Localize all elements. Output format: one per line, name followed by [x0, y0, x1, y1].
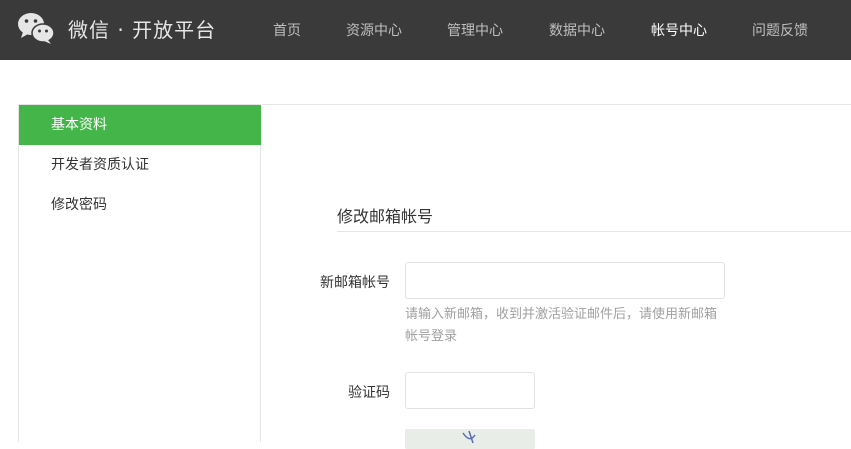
section-divider	[337, 231, 851, 232]
sidebar: 基本资料 开发者资质认证 修改密码	[18, 104, 261, 442]
content-divider	[262, 104, 851, 105]
top-navigation-bar: 微信 · 开放平台 首页 资源中心 管理中心 数据中心 帐号中心 问题反馈	[0, 0, 851, 60]
nav-item-account[interactable]: 帐号中心	[651, 20, 707, 40]
nav-item-feedback[interactable]: 问题反馈	[752, 20, 808, 40]
wechat-logo-icon[interactable]	[17, 11, 55, 45]
brand-title[interactable]: 微信 · 开放平台	[68, 14, 216, 43]
nav-item-data[interactable]: 数据中心	[549, 20, 605, 40]
email-hint: 请输入新邮箱，收到并激活验证邮件后，请使用新邮箱帐号登录	[405, 307, 718, 344]
sidebar-item-basic-info[interactable]: 基本资料	[19, 105, 261, 145]
captcha-image[interactable]	[405, 429, 535, 449]
nav-item-resources[interactable]: 资源中心	[346, 20, 402, 40]
nav-item-management[interactable]: 管理中心	[447, 20, 503, 40]
captcha-label: 验证码	[348, 385, 390, 401]
sidebar-item-developer-certification[interactable]: 开发者资质认证	[19, 145, 261, 185]
nav-item-home[interactable]: 首页	[273, 20, 301, 40]
section-title: 修改邮箱帐号	[337, 207, 434, 226]
email-label: 新邮箱帐号	[320, 275, 390, 291]
new-email-input[interactable]	[405, 262, 725, 299]
captcha-input[interactable]	[405, 372, 535, 409]
captcha-distortion-icon	[462, 430, 476, 444]
sidebar-item-change-password[interactable]: 修改密码	[19, 185, 261, 225]
